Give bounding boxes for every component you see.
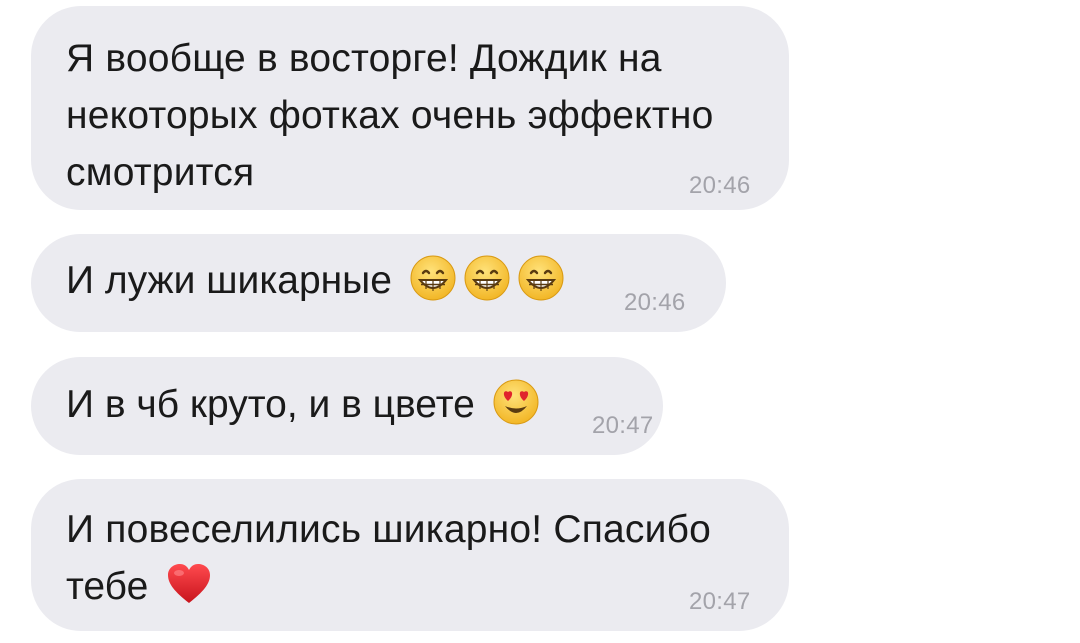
message-text: Я вообще в восторге! Дождик на некоторых… [66,37,714,194]
message-timestamp: 20:46 [689,172,751,199]
grinning-face-icon [517,254,565,302]
message-timestamp: 20:46 [624,289,686,316]
message-timestamp: 20:47 [689,588,751,615]
message-bubble[interactable]: И в чб круто, и в цвете 20:47 [31,357,663,455]
grinning-face-icon [463,254,511,302]
grinning-face-icon [409,254,457,302]
message-bubble[interactable]: И лужи шикарные 20:46 [31,234,726,332]
message-row: И лужи шикарные [66,252,565,309]
message-text: И повеселились шикарно! Спасибо [66,508,712,551]
heart-eyes-face-icon [492,378,540,426]
red-heart-icon [165,560,213,608]
message-row: тебе [66,558,213,615]
message-text: И в чб круто, и в цвете [66,383,475,426]
message-row: И в чб круто, и в цвете [66,376,540,433]
message-text: И лужи шикарные [66,259,392,302]
message-bubble[interactable]: И повеселились шикарно! Спасибо тебе 20:… [31,479,789,631]
message-timestamp: 20:47 [592,412,654,439]
message-bubble[interactable]: Я вообще в восторге! Дождик на некоторых… [31,6,789,210]
message-text: тебе [66,565,149,608]
